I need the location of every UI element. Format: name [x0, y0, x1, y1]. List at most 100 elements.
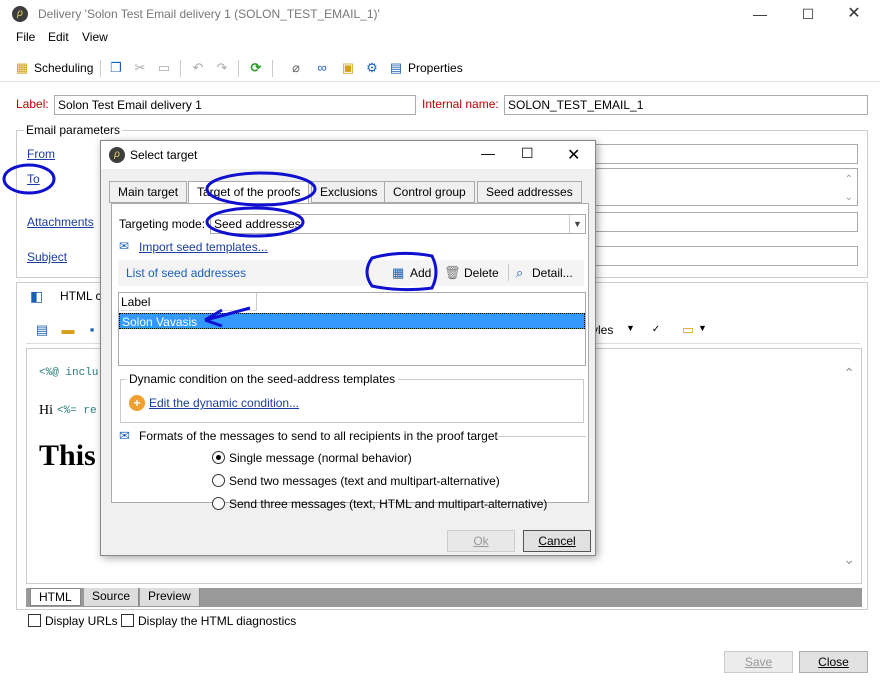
from-field[interactable]	[590, 144, 858, 164]
undo-icon[interactable]: ↶	[190, 60, 206, 76]
dialog-app-icon: ρ	[109, 147, 125, 163]
plus-circle-icon: +	[129, 395, 145, 411]
preview-scroll-down-icon[interactable]: ⌄	[843, 551, 855, 568]
maximize-button[interactable]: ☐	[788, 2, 828, 26]
preview-scroll-up-icon[interactable]: ⌃	[843, 365, 855, 382]
scroll-up-icon[interactable]: ⌃	[845, 171, 853, 189]
tab-exclusions[interactable]: Exclusions	[311, 181, 387, 203]
link-icon[interactable]: ∞	[314, 60, 330, 76]
redo-icon[interactable]: ↷	[214, 60, 230, 76]
dialog-title-bar: ρ Select target — ☐ ✕	[101, 141, 595, 169]
trash-icon[interactable]: 🗑	[444, 265, 461, 281]
close-button[interactable]: Close	[799, 651, 868, 673]
tab-main-target[interactable]: Main target	[109, 181, 188, 203]
styles-chevron-icon[interactable]: ▼	[626, 323, 635, 333]
menu-edit[interactable]: Edit	[48, 30, 69, 44]
targeting-mode-label: Targeting mode:	[119, 217, 206, 231]
html-content-icon: ◧	[30, 288, 44, 304]
display-urls-checkbox[interactable]: Display URLs	[28, 614, 118, 628]
list-toolbar: List of seed addresses ▦ Add 🗑 Delete ⌕ …	[118, 260, 584, 286]
window-title: Delivery 'Solon Test Email delivery 1 (S…	[38, 7, 380, 21]
spellcheck-icon[interactable]: ✓	[648, 322, 664, 338]
attachments-field[interactable]	[590, 212, 858, 232]
formats-title: Formats of the messages to send to all r…	[139, 429, 498, 443]
select-target-dialog: ρ Select target — ☐ ✕ Main target Target…	[100, 140, 596, 556]
html-content-tab[interactable]: HTML c	[60, 289, 102, 303]
attachments-link[interactable]: Attachments	[27, 215, 94, 229]
properties-icon[interactable]: ▤	[388, 60, 404, 76]
menu-view[interactable]: View	[82, 30, 108, 44]
subject-field[interactable]	[590, 246, 858, 266]
to-field[interactable]: ⌃ ⌄	[590, 168, 858, 206]
edit-dynamic-condition-link[interactable]: Edit the dynamic condition...	[149, 396, 299, 410]
internal-name-caption: Internal name:	[422, 97, 499, 111]
label-column-header[interactable]: Label	[119, 293, 257, 311]
insert-icon[interactable]: ▭	[680, 322, 696, 338]
save-button[interactable]: Save	[724, 651, 793, 673]
table-row[interactable]: Solon Vavasis	[119, 313, 585, 329]
code-include-text: <%@ inclu	[39, 367, 99, 379]
email-parameters-title: Email parameters	[24, 123, 123, 137]
scheduling-button[interactable]: Scheduling	[34, 61, 93, 75]
display-diagnostics-label: Display the HTML diagnostics	[138, 614, 297, 628]
three-messages-radio[interactable]: Send three messages (text, HTML and mult…	[212, 497, 547, 511]
preview-tab[interactable]: Preview	[140, 588, 200, 606]
menu-file[interactable]: File	[16, 30, 35, 44]
tab-panel: Targeting mode: Seed addresses ▼ ✉ Impor…	[111, 203, 589, 511]
refresh-icon[interactable]: ⟳	[248, 60, 264, 76]
internal-name-field[interactable]: SOLON_TEST_EMAIL_1	[504, 95, 868, 115]
tab-control-group[interactable]: Control group	[384, 181, 475, 203]
add-button[interactable]: Add	[410, 266, 431, 280]
tab-target-of-proofs[interactable]: Target of the proofs	[188, 181, 310, 204]
window-title-bar: ρ Delivery 'Solon Test Email delivery 1 …	[0, 0, 880, 28]
subject-link[interactable]: Subject	[27, 250, 67, 264]
close-window-button[interactable]: ✕	[834, 2, 874, 26]
personalize-icon[interactable]: ⚙	[364, 60, 380, 76]
targeting-mode-select[interactable]: Seed addresses ▼	[210, 214, 586, 234]
single-message-label: Single message (normal behavior)	[229, 451, 412, 465]
dialog-minimize-button[interactable]: —	[481, 145, 495, 161]
calendar-icon[interactable]: ▦	[14, 60, 30, 76]
display-diagnostics-checkbox[interactable]: Display the HTML diagnostics	[121, 614, 296, 628]
properties-button[interactable]: Properties	[408, 61, 463, 75]
label-field[interactable]: Solon Test Email delivery 1	[54, 95, 416, 115]
import-envelope-icon: ✉	[119, 239, 130, 253]
minimize-button[interactable]: —	[740, 2, 780, 26]
single-message-radio[interactable]: Single message (normal behavior)	[212, 451, 412, 465]
open-folder-icon[interactable]: ▬	[60, 322, 76, 338]
cancel-button[interactable]: Cancel	[523, 530, 591, 552]
html-tab[interactable]: HTML	[30, 588, 81, 606]
three-messages-label: Send three messages (text, HTML and mult…	[229, 497, 548, 511]
gift-icon[interactable]: ▣	[340, 60, 356, 76]
editor-bottom-tabs: HTML Source Preview	[26, 588, 862, 607]
scroll-down-icon[interactable]: ⌄	[845, 189, 853, 207]
import-seed-templates-link[interactable]: Import seed templates...	[139, 240, 268, 254]
magnifier-icon[interactable]: ⌕	[516, 265, 523, 281]
dialog-maximize-button[interactable]: ☐	[521, 145, 534, 162]
detail-button[interactable]: Detail...	[532, 266, 573, 280]
two-messages-label: Send two messages (text and multipart-al…	[229, 474, 500, 488]
delete-button[interactable]: Delete	[464, 266, 499, 280]
dialog-close-button[interactable]: ✕	[567, 145, 580, 165]
new-icon[interactable]: ▤	[34, 322, 50, 338]
hi-text: Hi	[39, 403, 53, 418]
paste-icon[interactable]: ▭	[156, 60, 172, 76]
copy-icon[interactable]: ❐	[108, 60, 124, 76]
from-link[interactable]: From	[27, 147, 55, 161]
targeting-mode-chevron-icon[interactable]: ▼	[569, 215, 585, 233]
heading-text: This	[39, 439, 96, 472]
add-icon[interactable]: ▦	[392, 265, 404, 281]
save-icon[interactable]: ▪	[84, 322, 100, 338]
seed-address-list: Label Solon Vavasis	[118, 292, 586, 366]
code-expression-text: <%= re	[57, 405, 97, 417]
display-urls-label: Display URLs	[45, 614, 118, 628]
cut-icon[interactable]: ✂	[132, 60, 148, 76]
insert-chevron-icon[interactable]: ▼	[698, 323, 707, 333]
list-title: List of seed addresses	[126, 266, 247, 280]
two-messages-radio[interactable]: Send two messages (text and multipart-al…	[212, 474, 500, 488]
attachment-icon[interactable]: ⌀	[288, 60, 304, 76]
tab-seed-addresses[interactable]: Seed addresses	[477, 181, 582, 203]
source-tab[interactable]: Source	[84, 588, 140, 606]
ok-button[interactable]: Ok	[447, 530, 515, 552]
formats-envelope-icon: ✉	[119, 428, 130, 443]
